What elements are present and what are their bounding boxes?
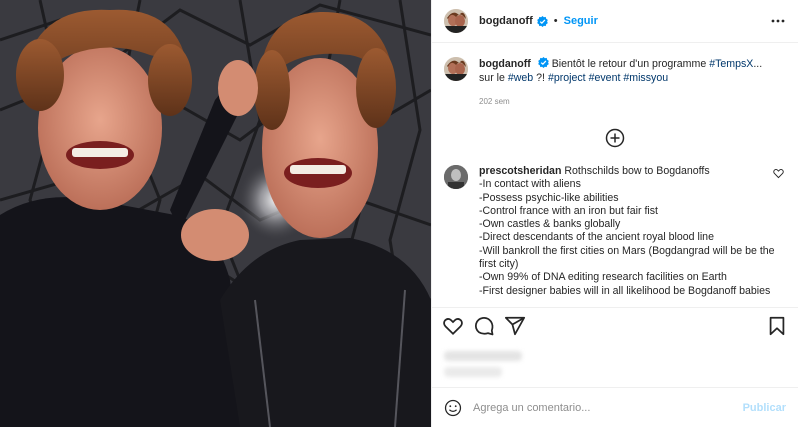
- emoji-picker-icon[interactable]: [444, 399, 462, 417]
- post-side-panel: bogdanoff • Seguir bogdanoff Bientôt le …: [431, 0, 798, 427]
- comment-line: -In contact with aliens: [479, 178, 581, 191]
- post-age[interactable]: 202 sem: [479, 95, 779, 109]
- comment-item: prescotsheridan Rothschilds bow to Bogda…: [444, 165, 786, 298]
- post-photo[interactable]: [0, 0, 431, 427]
- comment-input[interactable]: [473, 401, 743, 414]
- comment-composer: Publicar: [432, 387, 798, 427]
- hashtag-link[interactable]: #TempsX: [709, 58, 753, 70]
- post-date-blurred: [444, 367, 502, 377]
- follow-button[interactable]: Seguir: [564, 15, 598, 27]
- hashtag-link[interactable]: #missyou: [623, 72, 668, 84]
- hashtag-link[interactable]: #project: [548, 72, 586, 84]
- hashtag-link[interactable]: #event: [589, 72, 621, 84]
- comment-line: -Own castles & banks globally: [479, 218, 621, 231]
- save-bookmark-icon[interactable]: [766, 315, 788, 337]
- commenter-avatar[interactable]: [444, 165, 468, 189]
- more-options-icon[interactable]: [770, 13, 786, 29]
- comment-bubble-icon[interactable]: [473, 315, 495, 337]
- post-caption: bogdanoff Bientôt le retour d'un program…: [444, 57, 786, 109]
- comment-text: prescotsheridan Rothschilds bow to Bogda…: [479, 165, 779, 298]
- post-header: bogdanoff • Seguir: [432, 0, 798, 43]
- comment-line: -Direct descendants of the ancient royal…: [479, 231, 714, 244]
- comments-section[interactable]: bogdanoff Bientôt le retour d'un program…: [432, 43, 798, 307]
- comment-line: -First designer babies will in all likel…: [479, 284, 771, 297]
- comment-line: -Control france with an iron but fair fi…: [479, 204, 658, 217]
- like-heart-icon[interactable]: [442, 315, 464, 337]
- comment-line: -Will bankroll the first cities on Mars …: [479, 244, 775, 271]
- plus-circle-icon[interactable]: [605, 128, 625, 148]
- caption-text-after: ?!: [536, 72, 545, 84]
- photo-image: [0, 0, 431, 427]
- separator-dot: •: [553, 15, 558, 27]
- caption-verified-icon: [537, 57, 549, 68]
- like-comment-heart-icon[interactable]: [773, 168, 784, 179]
- avatar[interactable]: [444, 9, 468, 33]
- caption-avatar[interactable]: [444, 57, 468, 81]
- comment-line: -Possess psychic-like abilities: [479, 191, 619, 204]
- post-dialog: bogdanoff • Seguir bogdanoff Bientôt le …: [0, 0, 798, 427]
- likes-and-date-blurred: [432, 343, 798, 387]
- hashtag-link[interactable]: #web: [508, 72, 533, 84]
- username-link[interactable]: bogdanoff: [479, 15, 533, 27]
- publish-button[interactable]: Publicar: [743, 402, 786, 414]
- commenter-username[interactable]: prescotsheridan: [479, 165, 561, 177]
- comment-intro: Rothschilds bow to Bogdanoffs: [564, 165, 710, 177]
- load-more-comments[interactable]: [444, 128, 786, 148]
- likes-count-blurred: [444, 351, 522, 361]
- verified-badge-icon: [536, 15, 548, 27]
- caption-username[interactable]: bogdanoff: [479, 58, 531, 70]
- comment-line: -Own 99% of DNA editing research facilit…: [479, 271, 727, 284]
- share-send-icon[interactable]: [504, 315, 526, 337]
- caption-text: bogdanoff Bientôt le retour d'un program…: [479, 57, 779, 109]
- caption-text-before: Bientôt le retour d'un programme: [551, 58, 707, 70]
- post-actions: [432, 307, 798, 343]
